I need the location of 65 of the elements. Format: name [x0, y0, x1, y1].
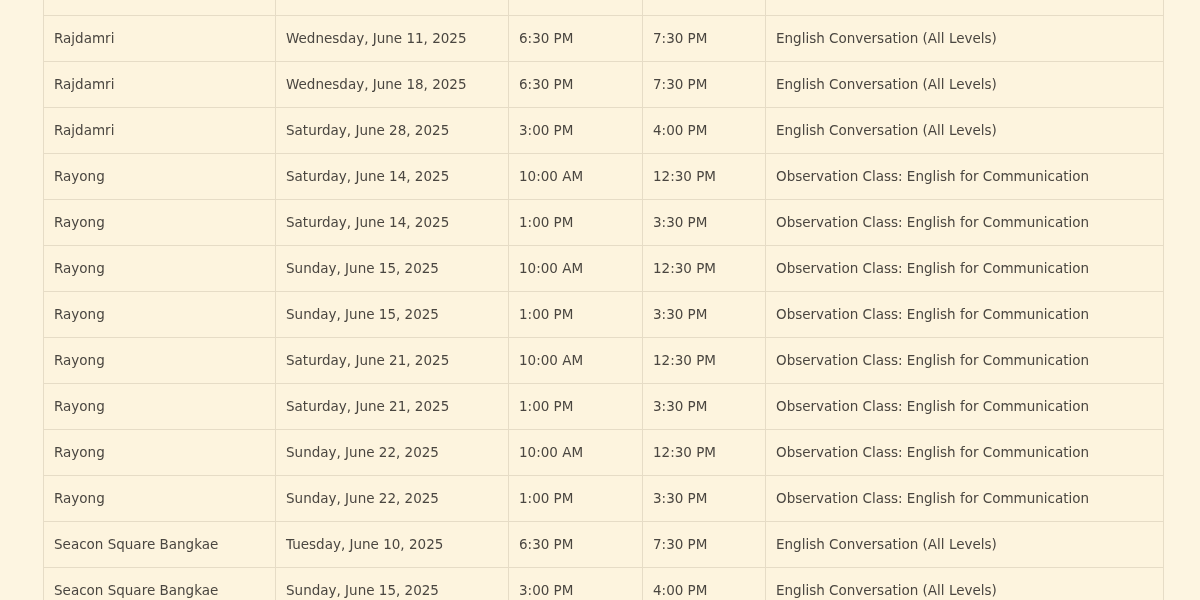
table-cell: Rayong — [43, 291, 276, 338]
table-cell: 3:30 PM — [642, 199, 766, 246]
table-cell: Observation Class: English for Communication — [765, 337, 1164, 384]
table-cell: 3:00 PM — [508, 107, 643, 154]
table-cell: 10:00 AM — [508, 337, 643, 384]
table-cell: English Conversation (All Levels) — [765, 567, 1164, 600]
table-cell: Rayong — [43, 245, 276, 292]
table-cell: Sunday, June 15, 2025 — [275, 291, 509, 338]
table-cell: 1:00 PM — [508, 383, 643, 430]
table-cell: 10:00 AM — [508, 245, 643, 292]
table-cell: 3:30 PM — [642, 475, 766, 522]
table-cell: Observation Class: English for Communication — [765, 199, 1164, 246]
table-cell: 7:30 PM — [642, 15, 766, 62]
table-cell: Saturday, June 28, 2025 — [275, 107, 509, 154]
table-cell: 12:30 PM — [642, 429, 766, 476]
table-cell: Wednesday, June 18, 2025 — [275, 61, 509, 108]
table-cell: 10:00 AM — [508, 429, 643, 476]
table-cell: 1:00 PM — [508, 291, 643, 338]
table-cell: Seacon Square Bangkae — [43, 521, 276, 568]
table-cell: Sunday, June 15, 2025 — [275, 567, 509, 600]
table-cell: English Conversation (All Levels) — [765, 107, 1164, 154]
table-cell: Rajdamri — [43, 107, 276, 154]
table-cell: 6:30 PM — [508, 15, 643, 62]
table-cell: 3:30 PM — [642, 291, 766, 338]
table-cell: 4:00 PM — [642, 107, 766, 154]
table-cell: Sunday, June 22, 2025 — [275, 429, 509, 476]
table-cell: Observation Class: English for Communication — [765, 383, 1164, 430]
table-cell: 4:00 PM — [642, 567, 766, 600]
table-cell: 1:00 PM — [508, 475, 643, 522]
table-cell: Saturday, June 14, 2025 — [275, 199, 509, 246]
table-cell: Rajdamri — [43, 61, 276, 108]
table-cell: Saturday, June 21, 2025 — [275, 383, 509, 430]
table-cell: 3:00 PM — [508, 567, 643, 600]
table-cell: 6:30 PM — [508, 61, 643, 108]
table-cell: Saturday, June 14, 2025 — [275, 153, 509, 200]
table-cell: Rayong — [43, 153, 276, 200]
table-cell: Rajdamri — [43, 15, 276, 62]
table-cell: 12:30 PM — [642, 153, 766, 200]
table-cell: Seacon Square Bangkae — [43, 567, 276, 600]
table-cell: Rayong — [43, 429, 276, 476]
table-cell: Observation Class: English for Communication — [765, 429, 1164, 476]
table-cell: Sunday, June 22, 2025 — [275, 475, 509, 522]
table-cell: Wednesday, June 11, 2025 — [275, 15, 509, 62]
table-cell: Observation Class: English for Communication — [765, 153, 1164, 200]
table-cell: 3:30 PM — [642, 383, 766, 430]
table-cell: English Conversation (All Levels) — [765, 61, 1164, 108]
table-cell: 12:30 PM — [642, 245, 766, 292]
table-cell: 6:30 PM — [508, 521, 643, 568]
table-cell: English Conversation (All Levels) — [765, 15, 1164, 62]
table-cell: Observation Class: English for Communication — [765, 245, 1164, 292]
table-cell: Observation Class: English for Communication — [765, 291, 1164, 338]
table-cell: 10:00 AM — [508, 153, 643, 200]
table-cell: 12:30 PM — [642, 337, 766, 384]
table-cell: Rayong — [43, 199, 276, 246]
table-cell: Rayong — [43, 337, 276, 384]
table-cell: Sunday, June 15, 2025 — [275, 245, 509, 292]
table-cell: Rayong — [43, 383, 276, 430]
table-cell: 7:30 PM — [642, 61, 766, 108]
table-cell: 7:30 PM — [642, 521, 766, 568]
table-cell: Rayong — [43, 475, 276, 522]
table-cell: 1:00 PM — [508, 199, 643, 246]
table-cell: Tuesday, June 10, 2025 — [275, 521, 509, 568]
table-cell: Observation Class: English for Communication — [765, 475, 1164, 522]
table-cell: Saturday, June 21, 2025 — [275, 337, 509, 384]
table-cell: English Conversation (All Levels) — [765, 521, 1164, 568]
